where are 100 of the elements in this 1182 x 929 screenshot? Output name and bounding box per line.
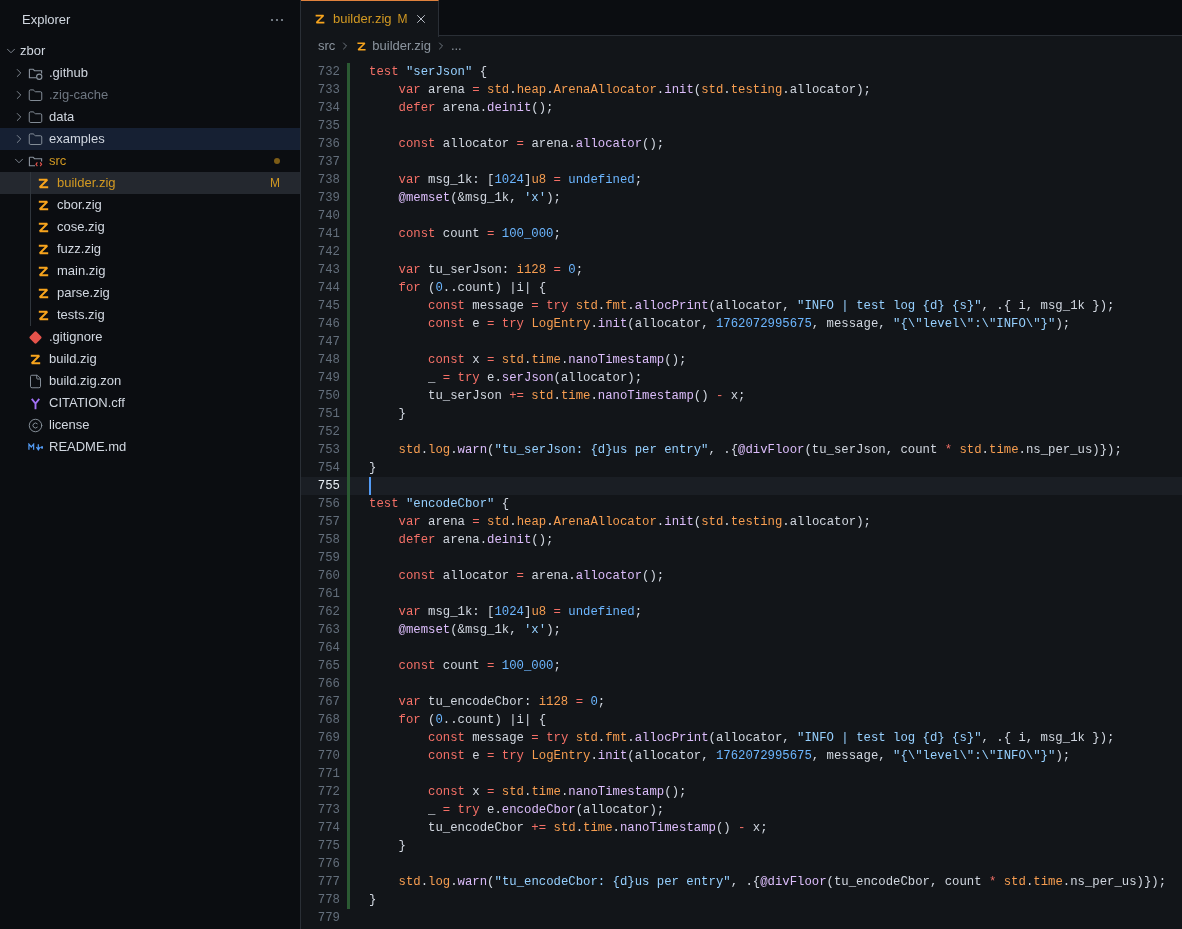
line-number: 769 bbox=[316, 730, 340, 747]
line-number: 775 bbox=[316, 838, 340, 855]
line-number: 772 bbox=[316, 784, 340, 801]
line-number: 738 bbox=[316, 172, 340, 189]
tab-label: builder.zig bbox=[333, 10, 392, 29]
item-label: tests.zig bbox=[57, 306, 105, 325]
code-line: std.log.warn("tu_serJson: {d}us per entry", .{@divFloor(tu_serJson, count * std.time.ns_per_us)}); bbox=[397, 442, 1122, 459]
tree-item[interactable]: CITATION.cff bbox=[0, 392, 300, 414]
item-label: .github bbox=[49, 64, 89, 83]
item-label: .zig-cache bbox=[49, 86, 109, 105]
line-number: 751 bbox=[316, 406, 340, 423]
item-label: parse.zig bbox=[57, 284, 110, 303]
code-line: for (0..count) |i| { bbox=[397, 280, 547, 297]
tree-item[interactable]: src bbox=[0, 150, 300, 172]
code-line: const allocator = arena.allocator(); bbox=[397, 136, 665, 153]
item-label: build.zig bbox=[49, 350, 97, 369]
tree-item[interactable]: .github bbox=[0, 62, 300, 84]
git-status-label: M bbox=[270, 175, 280, 192]
code-line: const x = std.time.nanoTimestamp(); bbox=[427, 784, 687, 801]
tree-item[interactable]: data bbox=[0, 106, 300, 128]
code-line: var arena = std.heap.ArenaAllocator.init(std.testing.allocator); bbox=[397, 514, 871, 531]
tree-item[interactable]: main.zig bbox=[0, 260, 300, 282]
folder-icon bbox=[28, 131, 43, 147]
item-label: license bbox=[49, 416, 90, 435]
line-number: 742 bbox=[316, 244, 340, 261]
code-line: test "serJson" { bbox=[369, 64, 488, 81]
line-number: 752 bbox=[316, 424, 340, 441]
code-line: @memset(&msg_1k, 'x'); bbox=[397, 190, 561, 207]
breadcrumb-item[interactable]: src bbox=[318, 36, 336, 56]
line-number: 739 bbox=[316, 190, 340, 207]
code-line: tu_serJson += std.time.nanoTimestamp() - x; bbox=[427, 388, 746, 405]
line-number: 756 bbox=[316, 496, 340, 513]
tree-item[interactable]: parse.zig bbox=[0, 282, 300, 304]
tree-item[interactable]: README.md bbox=[0, 436, 300, 458]
license-icon bbox=[28, 417, 43, 433]
code-line: _ = try e.serJson(allocator); bbox=[427, 370, 643, 387]
tree-item[interactable]: tests.zig bbox=[0, 304, 300, 326]
markdown-icon bbox=[28, 443, 43, 451]
line-number: 740 bbox=[316, 208, 340, 225]
item-label: data bbox=[49, 108, 75, 127]
code-line: } bbox=[369, 892, 377, 909]
line-number: 733 bbox=[316, 82, 340, 99]
text-cursor bbox=[369, 477, 371, 495]
line-number: 765 bbox=[316, 658, 340, 675]
tree-item[interactable]: cose.zig bbox=[0, 216, 300, 238]
code-line: const count = 100_000; bbox=[397, 226, 561, 243]
line-number: 737 bbox=[316, 154, 340, 171]
code-line: defer arena.deinit(); bbox=[397, 100, 554, 117]
tree-item[interactable]: license bbox=[0, 414, 300, 436]
tree-item[interactable]: examples bbox=[0, 128, 300, 150]
line-number: 762 bbox=[316, 604, 340, 621]
code-line: var tu_serJson: i128 = 0; bbox=[397, 262, 584, 279]
code-line: defer arena.deinit(); bbox=[397, 532, 554, 549]
code-line: var arena = std.heap.ArenaAllocator.init(std.testing.allocator); bbox=[397, 82, 871, 99]
line-number: 750 bbox=[316, 388, 340, 405]
line-number: 766 bbox=[316, 676, 340, 693]
item-label: cbor.zig bbox=[57, 196, 102, 215]
line-number: 745 bbox=[316, 298, 340, 315]
more-icon[interactable] bbox=[270, 18, 284, 22]
editor-tab[interactable]: builder.zig M bbox=[301, 0, 439, 37]
item-label: src bbox=[49, 152, 67, 171]
line-number: 753 bbox=[316, 442, 340, 459]
line-number: 763 bbox=[316, 622, 340, 639]
line-number: 741 bbox=[316, 226, 340, 243]
line-number: 776 bbox=[316, 856, 340, 873]
code-line: @memset(&msg_1k, 'x'); bbox=[397, 622, 561, 639]
tree-item[interactable]: fuzz.zig bbox=[0, 238, 300, 260]
line-number: 760 bbox=[316, 568, 340, 585]
tree-item[interactable]: .zig-cache bbox=[0, 84, 300, 106]
tree-item[interactable]: builder.zig M bbox=[0, 172, 300, 194]
line-number: 778 bbox=[316, 892, 340, 909]
code-line: const count = 100_000; bbox=[397, 658, 561, 675]
code-line: _ = try e.encodeCbor(allocator); bbox=[427, 802, 665, 819]
line-number: 761 bbox=[316, 586, 340, 603]
line-number: 748 bbox=[316, 352, 340, 369]
item-label: .gitignore bbox=[49, 328, 103, 347]
tree-item[interactable]: build.zig.zon bbox=[0, 370, 300, 392]
line-number: 770 bbox=[316, 748, 340, 765]
code-line: var tu_encodeCbor: i128 = 0; bbox=[397, 694, 606, 711]
code-line: const message = try std.fmt.allocPrint(allocator, "INFO | test log {d} {s}", .{ i, msg_1k }); bbox=[427, 730, 1115, 747]
breadcrumb-item[interactable]: builder.zig bbox=[372, 36, 431, 56]
tree-item[interactable]: cbor.zig bbox=[0, 194, 300, 216]
item-label: examples bbox=[49, 130, 105, 149]
line-number: 771 bbox=[316, 766, 340, 783]
code-line: } bbox=[397, 406, 406, 423]
line-number: 734 bbox=[316, 100, 340, 117]
item-label: fuzz.zig bbox=[57, 240, 102, 259]
line-number: 757 bbox=[316, 514, 340, 531]
tree-item[interactable]: zbor bbox=[0, 40, 300, 62]
code-line: const message = try std.fmt.allocPrint(allocator, "INFO | test log {d} {s}", .{ i, msg_1k }); bbox=[427, 298, 1115, 315]
file-icon bbox=[28, 373, 43, 389]
item-label: README.md bbox=[49, 438, 127, 457]
yaml-icon bbox=[28, 395, 43, 411]
tree-item[interactable]: .gitignore bbox=[0, 326, 300, 348]
line-number: 736 bbox=[316, 136, 340, 153]
tree-item[interactable]: build.zig bbox=[0, 348, 300, 370]
line-number: 759 bbox=[316, 550, 340, 567]
breadcrumb-item[interactable]: ... bbox=[450, 36, 462, 56]
line-number: 773 bbox=[316, 802, 340, 819]
zig-file-icon bbox=[313, 12, 327, 26]
